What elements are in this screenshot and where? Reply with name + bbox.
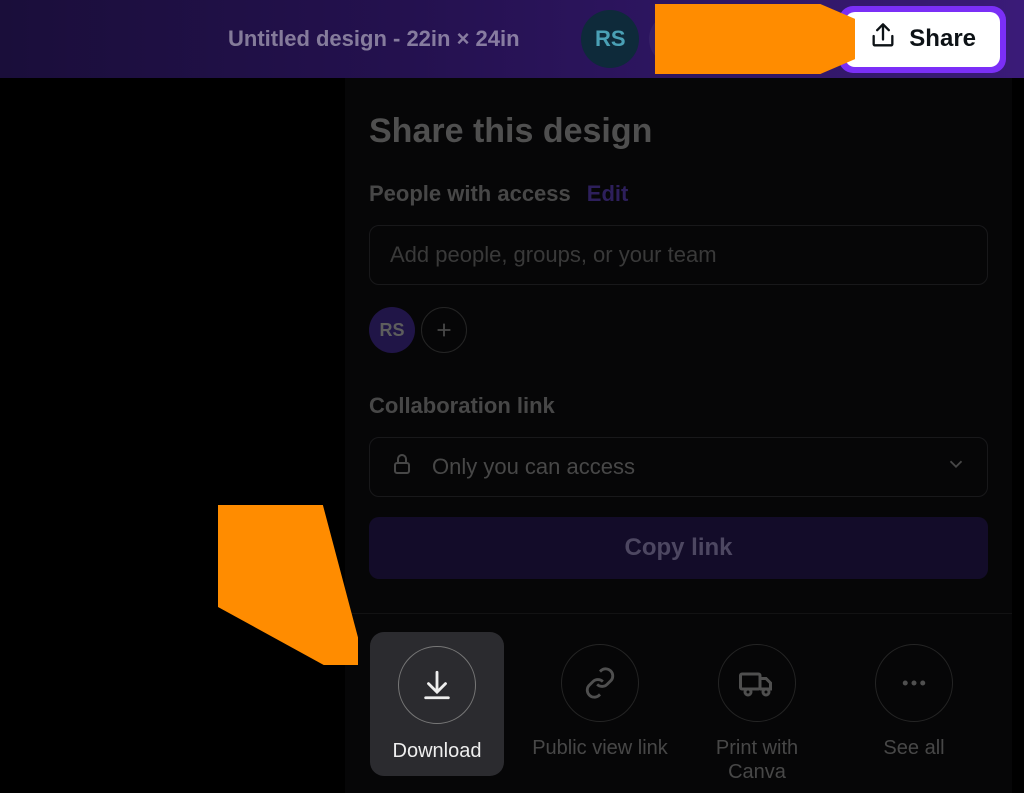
topbar-right: RS Share bbox=[581, 6, 1006, 73]
design-title[interactable]: Untitled design - 22in × 24in bbox=[228, 26, 520, 52]
print-option[interactable]: Print with Canva bbox=[687, 644, 827, 784]
link-icon bbox=[561, 644, 639, 722]
access-select[interactable]: Only you can access bbox=[369, 437, 988, 497]
divider bbox=[345, 613, 1012, 614]
share-button[interactable]: Share bbox=[845, 12, 1000, 67]
insights-button[interactable] bbox=[711, 13, 765, 65]
add-person-button[interactable] bbox=[421, 307, 467, 353]
lock-icon bbox=[390, 452, 414, 482]
download-icon bbox=[398, 646, 476, 724]
print-label: Print with Canva bbox=[687, 736, 827, 784]
access-label: People with access bbox=[369, 181, 571, 207]
share-heading: Share this design bbox=[369, 112, 988, 151]
share-button-highlight: Share bbox=[839, 6, 1006, 73]
download-label: Download bbox=[393, 740, 482, 763]
see-all-label: See all bbox=[883, 736, 944, 760]
see-all-option[interactable]: See all bbox=[844, 644, 984, 784]
truck-icon bbox=[718, 644, 796, 722]
access-value: Only you can access bbox=[432, 454, 635, 480]
collab-label: Collaboration link bbox=[369, 393, 988, 419]
add-member-button[interactable] bbox=[649, 13, 701, 65]
comments-button[interactable] bbox=[775, 13, 829, 65]
more-icon bbox=[875, 644, 953, 722]
download-option[interactable]: Download bbox=[370, 632, 504, 776]
copy-link-label: Copy link bbox=[624, 534, 732, 562]
share-button-label: Share bbox=[909, 25, 976, 53]
member-row: RS bbox=[369, 307, 988, 353]
public-link-option[interactable]: Public view link bbox=[530, 644, 670, 784]
copy-link-button[interactable]: Copy link bbox=[369, 517, 988, 579]
topbar: Untitled design - 22in × 24in RS Share bbox=[0, 0, 1024, 78]
chevron-down-icon bbox=[945, 453, 967, 481]
public-link-label: Public view link bbox=[532, 736, 668, 760]
member-avatar[interactable]: RS bbox=[369, 307, 415, 353]
user-avatar[interactable]: RS bbox=[581, 10, 639, 68]
people-input[interactable] bbox=[369, 225, 988, 285]
access-edit-link[interactable]: Edit bbox=[587, 181, 629, 207]
share-icon bbox=[869, 22, 897, 57]
access-row: People with access Edit bbox=[369, 181, 988, 207]
